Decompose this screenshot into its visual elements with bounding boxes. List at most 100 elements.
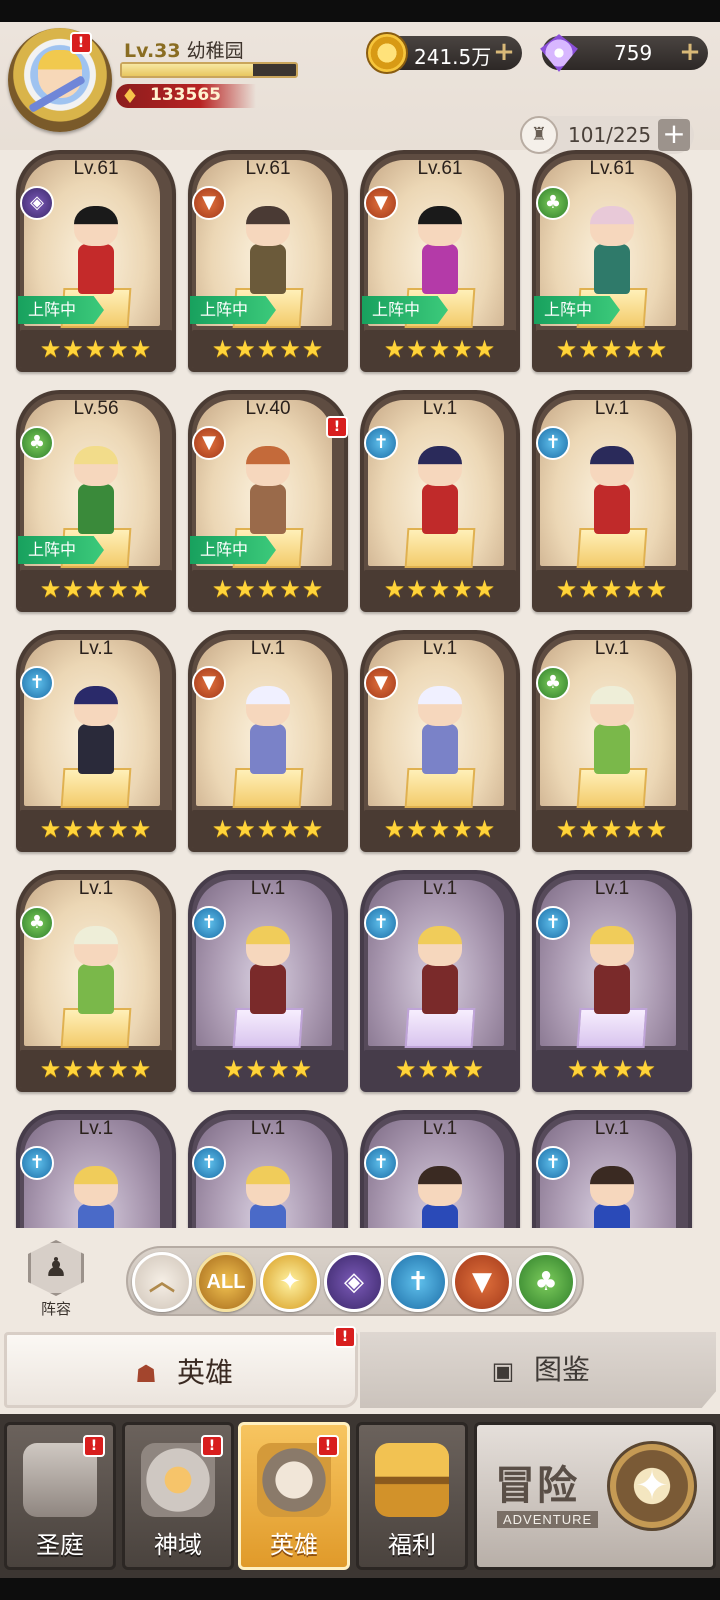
- hero-grid: Lv.61 ◈ ★★★★★ 上阵中 Lv.61 ▼ ★★★★★ 上阵中 Lv.61 ▼ ★★★★★ 上…: [12, 150, 708, 1228]
- filter-shadow-faction-icon[interactable]: ◈: [324, 1252, 384, 1312]
- faction-nature-icon: ♣: [536, 186, 570, 220]
- nav-sanctuary[interactable]: 圣庭 !: [4, 1422, 116, 1570]
- hero-star-bar: ★★★★★: [364, 810, 516, 848]
- faction-holy-icon: ✝: [20, 666, 54, 700]
- hero-card[interactable]: Lv.61 ▼ ★★★★★ 上阵中: [360, 150, 520, 374]
- hero-card[interactable]: Lv.1 ✝: [188, 1110, 348, 1228]
- adventure-subtitle: ADVENTURE: [497, 1511, 599, 1528]
- hero-body: [78, 1204, 114, 1228]
- hero-head-icon: ☗: [135, 1360, 157, 1388]
- filter-nature-faction-icon[interactable]: ♣: [516, 1252, 576, 1312]
- hero-card[interactable]: Lv.40 ▼ ★★★★★ 上阵中!: [188, 390, 348, 614]
- hero-card[interactable]: Lv.1 ✝ ★★★★: [360, 870, 520, 1094]
- add-gold-button[interactable]: +: [492, 39, 516, 65]
- hero-card[interactable]: Lv.1 ✝ ★★★★: [532, 870, 692, 1094]
- hero-card[interactable]: Lv.1 ♣ ★★★★★: [532, 630, 692, 854]
- faction-holy-icon: ✝: [536, 426, 570, 460]
- faction-holy-icon: ✝: [364, 906, 398, 940]
- hero-card[interactable]: Lv.1 ✝ ★★★★★: [532, 390, 692, 614]
- hero-star-bar: ★★★★★: [536, 330, 688, 368]
- hero-level: Lv.1: [594, 878, 630, 899]
- hero-level: Lv.1: [250, 1118, 286, 1139]
- hero-card[interactable]: Lv.61 ♣ ★★★★★ 上阵中: [532, 150, 692, 374]
- nav-welfare[interactable]: 福利: [356, 1422, 468, 1570]
- hero-level: Lv.1: [594, 638, 630, 659]
- hero-card[interactable]: Lv.1 ▼ ★★★★★: [188, 630, 348, 854]
- hero-head: [418, 686, 462, 726]
- deployed-tag: 上阵中: [534, 296, 620, 324]
- hero-card[interactable]: Lv.1 ✝ ★★★★: [188, 870, 348, 1094]
- hero-star-bar: ★★★★★: [364, 570, 516, 608]
- hero-level: Lv.40: [245, 398, 291, 419]
- nav-sanctuary-label: 圣庭: [36, 1531, 84, 1559]
- hero-stars: ★★★★: [394, 1055, 486, 1083]
- hero-body: [250, 1204, 286, 1228]
- hero-head: [418, 926, 462, 966]
- hero-capacity: ♜ 101/225 +: [520, 116, 694, 154]
- hero-stars: ★★★★★: [555, 335, 669, 363]
- hero-head: [246, 206, 290, 246]
- system-navigation-bar: [0, 1578, 720, 1600]
- hero-head: [590, 206, 634, 246]
- hero-star-bar: ★★★★★: [20, 1050, 172, 1088]
- hero-head: [418, 446, 462, 486]
- hero-alert-badge: !: [326, 416, 348, 438]
- hero-card[interactable]: Lv.1 ✝: [16, 1110, 176, 1228]
- faction-beast-icon: ▼: [364, 186, 398, 220]
- hero-star-bar: ★★★★★: [192, 330, 344, 368]
- player-level-line: Lv.33 幼稚园: [124, 36, 244, 63]
- hero-star-bar: ★★★★★: [192, 570, 344, 608]
- nav-divine-domain-label: 神域: [154, 1531, 202, 1559]
- tab-heroes[interactable]: ☗ 英雄: [4, 1332, 358, 1408]
- faction-filter-tray: ︿ ALL ✦ ◈ ✝ ▼ ♣: [126, 1246, 584, 1316]
- faction-holy-icon: ✝: [364, 1146, 398, 1180]
- deployed-tag: 上阵中: [190, 536, 276, 564]
- filter-light-faction-icon[interactable]: ✦: [260, 1252, 320, 1312]
- hero-card[interactable]: Lv.61 ▼ ★★★★★ 上阵中: [188, 150, 348, 374]
- hero-card[interactable]: Lv.1 ▼ ★★★★★: [360, 630, 520, 854]
- hero-head: [246, 926, 290, 966]
- hero-card[interactable]: Lv.1 ✝ ★★★★★: [360, 390, 520, 614]
- hero-level: Lv.1: [78, 878, 114, 899]
- hero-card[interactable]: Lv.1 ✝ ★★★★★: [16, 630, 176, 854]
- expand-capacity-button[interactable]: +: [658, 119, 690, 151]
- hero-star-bar: ★★★★★: [20, 330, 172, 368]
- hero-star-bar: ★★★★: [536, 1050, 688, 1088]
- add-diamond-button[interactable]: +: [678, 39, 702, 65]
- treasure-chest-icon: [375, 1443, 449, 1517]
- hero-card[interactable]: Lv.1 ♣ ★★★★★: [16, 870, 176, 1094]
- tab-codex-label: 图鉴: [533, 1353, 590, 1386]
- hero-portrait: [404, 1166, 476, 1228]
- hero-card[interactable]: Lv.1 ✝: [360, 1110, 520, 1228]
- nav-divine-domain[interactable]: 神域 !: [122, 1422, 234, 1570]
- hero-head: [246, 686, 290, 726]
- hero-capacity-count: 101/225: [568, 123, 652, 147]
- filter-all-button[interactable]: ALL: [196, 1252, 256, 1312]
- faction-holy-icon: ✝: [536, 906, 570, 940]
- faction-nature-icon: ♣: [20, 906, 54, 940]
- hero-star-bar: ★★★★★: [364, 330, 516, 368]
- hero-star-bar: ★★★★: [364, 1050, 516, 1088]
- faction-holy-icon: ✝: [192, 906, 226, 940]
- hero-card[interactable]: Lv.61 ◈ ★★★★★ 上阵中: [16, 150, 176, 374]
- filter-holy-faction-icon[interactable]: ✝: [388, 1252, 448, 1312]
- formation-button[interactable]: ♟ 阵容: [22, 1240, 90, 1320]
- sort-toggle-chevron-up-icon[interactable]: ︿: [132, 1252, 192, 1312]
- hero-head: [590, 446, 634, 486]
- hero-card[interactable]: Lv.1 ✝: [532, 1110, 692, 1228]
- diamond-amount: 759: [614, 41, 653, 65]
- tab-codex[interactable]: ▣ 图鉴: [360, 1332, 716, 1408]
- deployed-tag: 上阵中: [362, 296, 448, 324]
- filter-beast-faction-icon[interactable]: ▼: [452, 1252, 512, 1312]
- hero-level: Lv.1: [422, 878, 458, 899]
- xp-bar-fill: [122, 64, 253, 76]
- player-avatar[interactable]: [8, 28, 112, 132]
- adventure-button[interactable]: 冒险 ADVENTURE ✦: [474, 1422, 716, 1570]
- hero-card[interactable]: Lv.56 ♣ ★★★★★ 上阵中: [16, 390, 176, 614]
- hero-stars: ★★★★★: [39, 575, 153, 603]
- diamond-counter: 759 +: [540, 34, 708, 72]
- hero-level: Lv.1: [250, 878, 286, 899]
- hero-level: Lv.1: [422, 638, 458, 659]
- nav-heroes[interactable]: 英雄 !: [238, 1422, 350, 1570]
- hero-level: Lv.61: [245, 158, 291, 179]
